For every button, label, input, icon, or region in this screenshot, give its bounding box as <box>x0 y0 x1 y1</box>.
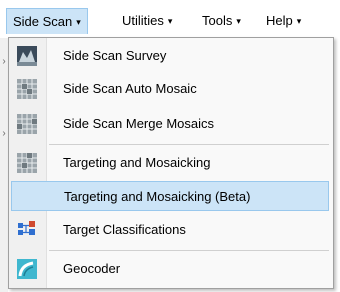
menu-item-label: Side Scan Auto Mosaic <box>63 81 197 96</box>
menu-bar: Side Scan ▾ Utilities ▾ Tools ▾ Help ▾ <box>0 0 340 38</box>
chevron-down-icon: ▾ <box>167 16 173 26</box>
menu-item-side-scan-merge-mosaics[interactable]: Side Scan Merge Mosaics <box>11 109 329 139</box>
menu-item-side-scan-survey[interactable]: Side Scan Survey <box>11 41 329 71</box>
background-window-edge <box>0 36 8 292</box>
menu-item-label: Targeting and Mosaicking (Beta) <box>64 189 251 204</box>
chevron-down-icon: ▾ <box>236 16 241 26</box>
menu-item-targeting-and-mosaicking[interactable]: Targeting and Mosaicking <box>11 148 329 178</box>
side-scan-dropdown-menu: Side Scan Survey Side Scan Auto Mosaic S… <box>8 37 334 289</box>
menu-item-side-scan-auto-mosaic[interactable]: Side Scan Auto Mosaic <box>11 74 329 104</box>
geocoder-icon <box>17 259 37 279</box>
menu-side-scan-label: Side Scan <box>13 14 73 29</box>
menu-help-label: Help <box>266 13 293 28</box>
menu-side-scan[interactable]: Side Scan ▾ <box>6 8 88 34</box>
menu-item-label: Target Classifications <box>63 222 186 237</box>
menu-item-label: Geocoder <box>63 261 121 276</box>
chevron-down-icon: ▾ <box>296 16 302 26</box>
mosaic-grid-icon <box>17 114 37 134</box>
mosaic-grid-icon <box>17 79 37 99</box>
survey-icon <box>17 46 37 66</box>
background-glyph: › <box>2 128 6 139</box>
mosaic-grid-icon <box>17 153 37 173</box>
menu-item-label: Side Scan Merge Mosaics <box>63 116 215 131</box>
menu-item-geocoder[interactable]: Geocoder <box>11 254 329 284</box>
menu-item-label: Targeting and Mosaicking <box>63 155 211 170</box>
menu-item-target-classifications[interactable]: Target Classifications <box>11 215 329 245</box>
menu-tools[interactable]: Tools ▾ <box>196 8 247 34</box>
menu-utilities[interactable]: Utilities ▾ <box>116 8 178 34</box>
chevron-down-icon: ▾ <box>76 17 81 27</box>
menu-help[interactable]: Help ▾ <box>260 8 307 34</box>
menu-item-label: Side Scan Survey <box>63 48 167 63</box>
menu-tools-label: Tools <box>202 13 233 28</box>
menu-separator <box>49 144 329 145</box>
target-classification-icon <box>17 220 37 240</box>
menu-separator <box>49 250 329 251</box>
menu-item-targeting-and-mosaicking-beta[interactable]: Targeting and Mosaicking (Beta) <box>11 181 329 211</box>
background-glyph: › <box>2 56 6 67</box>
menu-utilities-label: Utilities <box>122 13 164 28</box>
